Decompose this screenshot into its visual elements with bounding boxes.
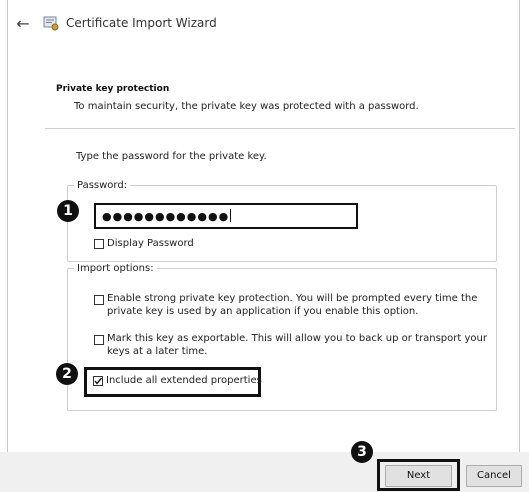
password-field[interactable]: ●●●●●●●●●●●● <box>94 203 358 229</box>
text-caret <box>230 209 232 222</box>
exportable-line2: keys at a later time. <box>107 346 208 357</box>
back-arrow-icon[interactable]: ← <box>14 15 32 33</box>
strong-protection-line2: private key is used by an application if… <box>107 306 419 317</box>
password-prompt: Type the password for the private key. <box>76 151 267 162</box>
certificate-icon <box>43 16 59 31</box>
exportable-checkbox[interactable] <box>94 335 104 345</box>
window-frame-right <box>519 0 520 468</box>
display-password-label: Display Password <box>107 238 194 249</box>
password-value: ●●●●●●●●●●●● <box>102 210 230 223</box>
strong-protection-line1: Enable strong private key protection. Yo… <box>107 293 478 304</box>
strong-protection-checkbox[interactable] <box>94 295 104 305</box>
next-button[interactable]: Next <box>385 465 452 487</box>
password-legend: Password: <box>77 180 128 191</box>
window-frame-left <box>7 0 8 468</box>
callout-3-icon: 3 <box>351 441 373 463</box>
exportable-line1: Mark this key as exportable. This will a… <box>107 333 487 344</box>
import-options-legend: Import options: <box>77 263 154 274</box>
checkmark-icon <box>94 377 103 385</box>
display-password-checkbox[interactable] <box>94 239 104 249</box>
section-subtitle: To maintain security, the private key wa… <box>74 101 419 112</box>
include-properties-label: Include all extended properties <box>106 375 262 386</box>
wizard-title: Certificate Import Wizard <box>66 16 217 30</box>
strong-protection-label: Enable strong private key protection. Yo… <box>107 292 487 318</box>
callout-2-icon: 2 <box>56 363 78 385</box>
cancel-button[interactable]: Cancel <box>466 465 522 487</box>
include-properties-checkbox[interactable] <box>93 376 103 386</box>
callout-1-icon: 1 <box>57 200 79 222</box>
divider <box>45 128 515 129</box>
section-title: Private key protection <box>56 84 170 94</box>
wizard-header: ← Certificate Import Wizard <box>8 0 519 48</box>
exportable-label: Mark this key as exportable. This will a… <box>107 332 487 358</box>
